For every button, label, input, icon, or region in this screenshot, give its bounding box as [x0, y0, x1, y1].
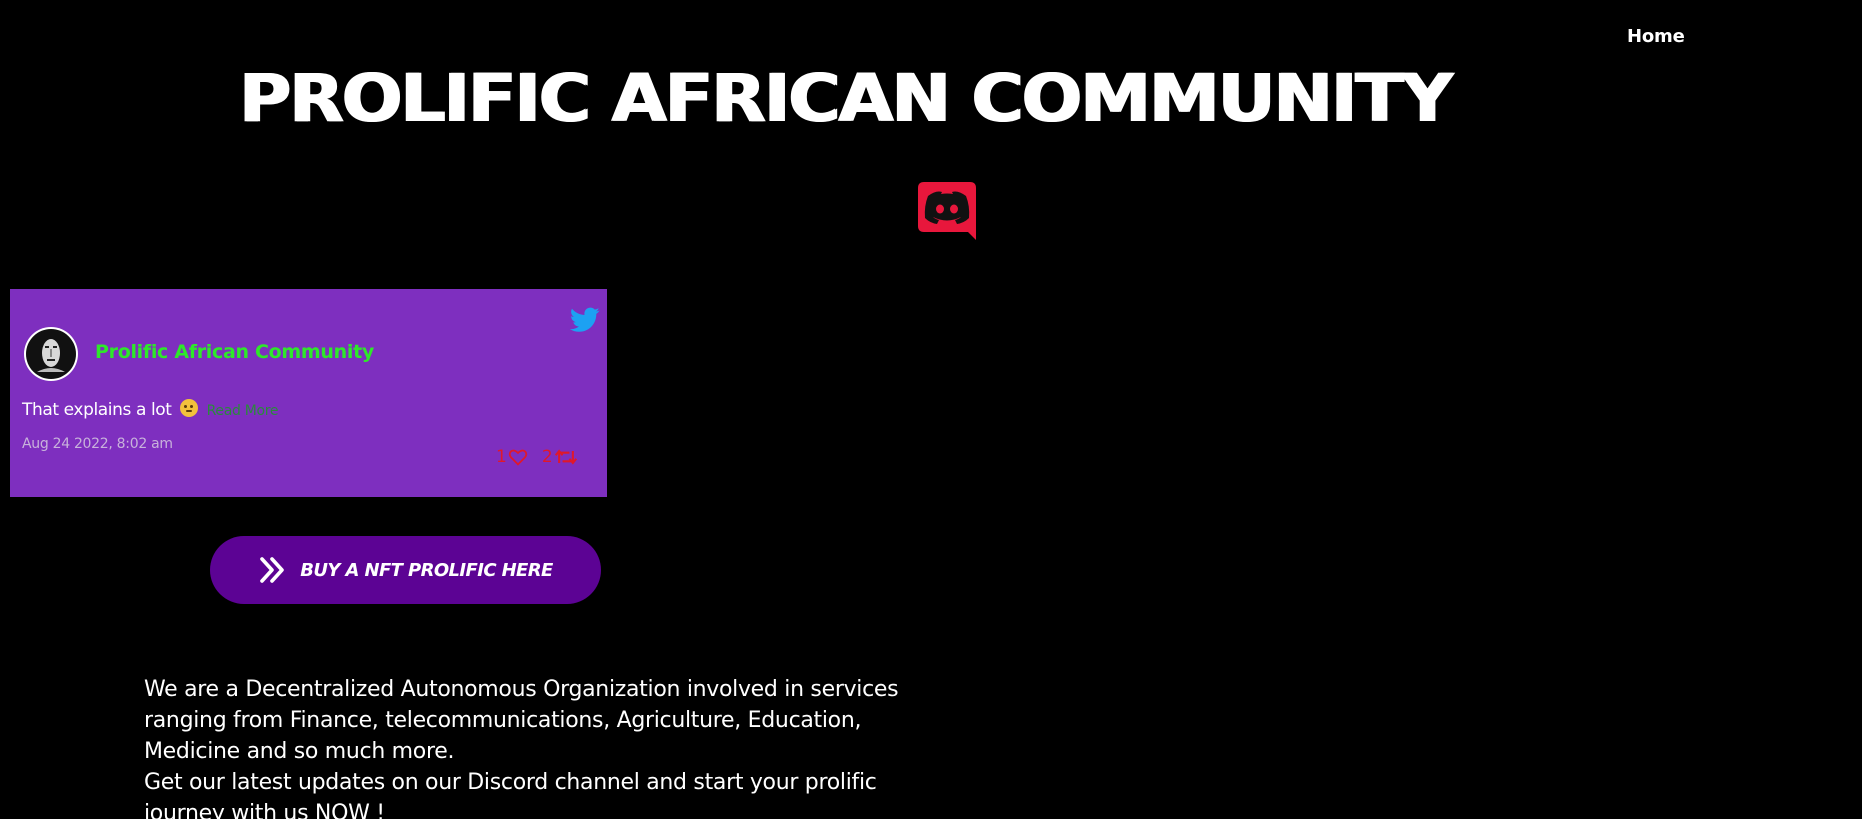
tweet-author-link[interactable]: Prolific African Community [95, 341, 374, 363]
tweet-card: Prolific African Community That explains… [10, 289, 607, 497]
buy-nft-button-label: BUY A NFT PROLIFIC HERE [300, 559, 553, 581]
thinking-face-emoji-icon [179, 399, 198, 417]
like-button[interactable]: 1 [496, 447, 528, 467]
page-title: PROLIFIC AFRICAN COMMUNITY [238, 60, 1452, 137]
tweet-text: That explains a lot Read More [22, 399, 279, 420]
discord-cta-paragraph: Get our latest updates on our Discord ch… [144, 770, 877, 819]
twitter-bird-icon[interactable] [569, 306, 600, 334]
about-paragraph: We are a Decentralized Autonomous Organi… [144, 677, 899, 764]
like-count: 1 [496, 447, 507, 467]
retweet-icon [554, 449, 577, 465]
nav-home-link[interactable]: Home [1627, 26, 1685, 47]
discord-icon [918, 182, 976, 240]
buy-nft-button[interactable]: BUY A NFT PROLIFIC HERE [210, 536, 601, 604]
tweet-body: That explains a lot [22, 400, 172, 420]
retweet-button[interactable]: 2 [542, 447, 578, 467]
read-more-link[interactable]: Read More [207, 403, 279, 419]
page: Home PROLIFIC AFRICAN COMMUNITY Prolific… [0, 0, 1862, 819]
about-section: We are a Decentralized Autonomous Organi… [144, 674, 904, 819]
double-chevron-right-icon [260, 557, 285, 583]
tweet-date: Aug 24 2022, 8:02 am [22, 436, 173, 452]
avatar[interactable] [24, 327, 78, 381]
avatar-image [26, 329, 76, 379]
discord-link[interactable] [914, 178, 980, 244]
retweet-count: 2 [541, 447, 553, 467]
tweet-actions: 1 2 [496, 447, 578, 467]
heart-icon [508, 449, 528, 466]
